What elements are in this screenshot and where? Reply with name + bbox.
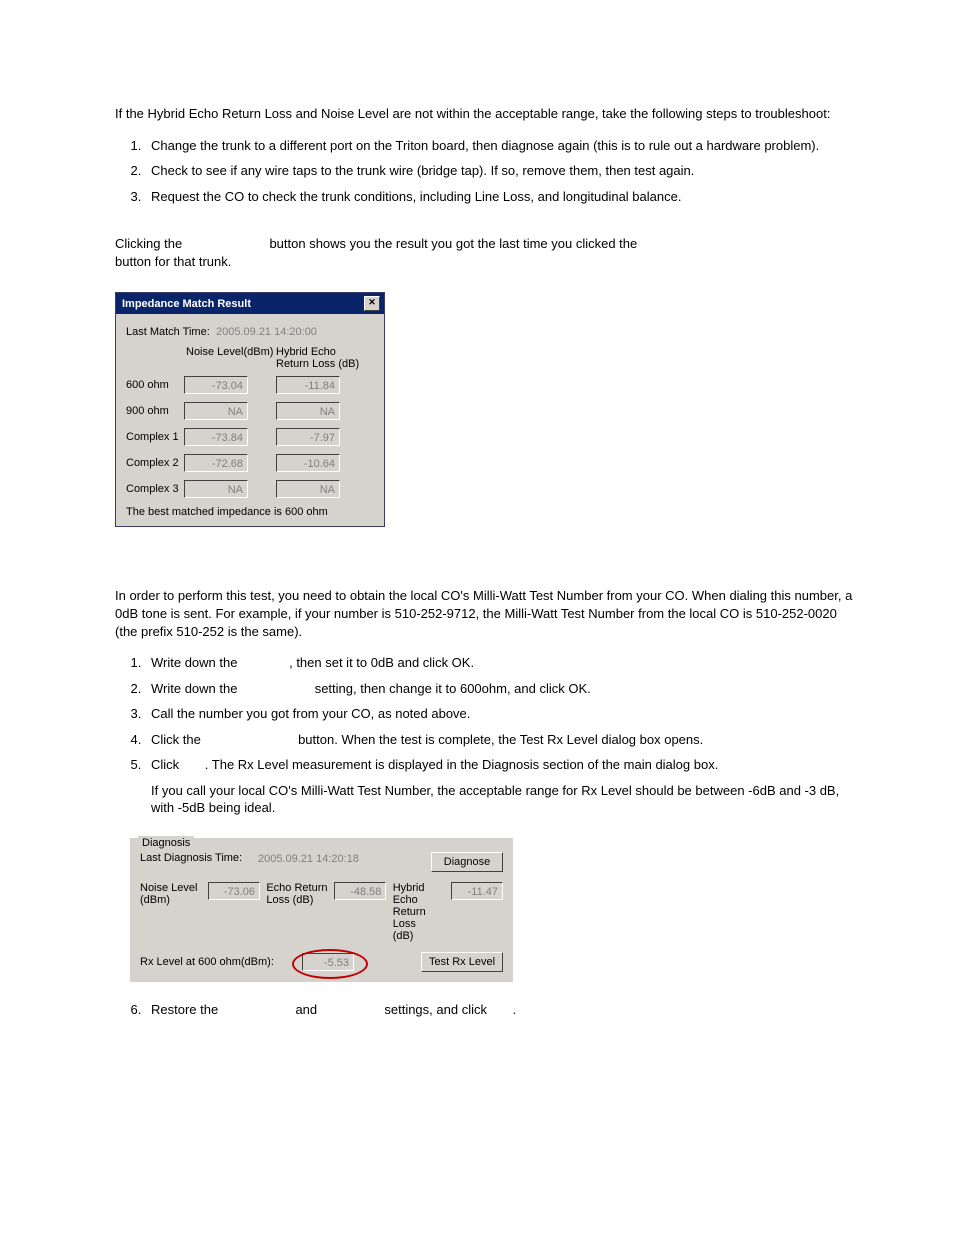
diagnose-button[interactable]: Diagnose [431, 852, 503, 872]
text: setting, then change it to 600ohm, and c… [311, 681, 591, 696]
imp-label: Complex 1 [126, 431, 184, 443]
ts-step: Request the CO to check the trunk condit… [145, 188, 854, 206]
col-herl-2: Return Loss (dB) [276, 358, 366, 370]
mw-step: Write down the setting, then change it t… [145, 680, 854, 698]
mw-step: Restore the and settings, and click . [145, 1001, 854, 1019]
herl-value: -7.97 [276, 428, 340, 446]
text: Clicking the [115, 236, 186, 251]
noise-value: -72.68 [184, 454, 248, 472]
imp-row-c3: Complex 3 NA NA [126, 480, 374, 498]
noise-value: -73.84 [184, 428, 248, 446]
noise-level-label: Noise Level(dBm) [140, 882, 197, 906]
mw-step: Click the button. When the test is compl… [145, 731, 854, 749]
mw-step-note: If you call your local CO's Milli-Watt T… [151, 782, 854, 817]
milliwatt-steps: Write down the , then set it to 0dB and … [115, 654, 854, 1019]
text: button shows you the result you got the … [269, 236, 637, 251]
last-diag-time-label: Last Diagnosis Time: [140, 852, 242, 864]
imp-row-c1: Complex 1 -73.84 -7.97 [126, 428, 374, 446]
imp-row-600: 600 ohm -73.04 -11.84 [126, 376, 374, 394]
text: Write down the [151, 681, 241, 696]
imp-label: Complex 3 [126, 483, 184, 495]
noise-value: -73.04 [184, 376, 248, 394]
rx-level-label: Rx Level at 600 ohm(dBm): [140, 956, 274, 968]
impedance-dialog: Impedance Match Result ✕ Last Match Time… [115, 292, 385, 527]
troubleshoot-steps: Change the trunk to a different port on … [115, 137, 854, 206]
last-diag-time-value: 2005.09.21 14:20:18 [258, 852, 359, 867]
text: Click the [151, 732, 204, 747]
mw-step: Call the number you got from your CO, as… [145, 705, 854, 723]
dialog-titlebar: Impedance Match Result ✕ [116, 293, 384, 314]
milliwatt-intro: In order to perform this test, you need … [115, 587, 854, 640]
dialog-column-headers: Noise Level(dBm) Hybrid Echo Return Loss… [126, 346, 374, 370]
text: . [513, 1002, 517, 1017]
herl-value: -11.47 [451, 882, 503, 900]
imp-label: 600 ohm [126, 379, 184, 391]
erl-label: Echo ReturnLoss (dB) [266, 882, 327, 906]
last-match-time-label: Last Match Time: [126, 326, 216, 338]
imp-label: Complex 2 [126, 457, 184, 469]
noise-value: NA [184, 402, 248, 420]
text: Restore the [151, 1002, 222, 1017]
text: , then set it to 0dB and click OK. [289, 655, 474, 670]
click-desc: Clicking the button shows you the result… [115, 235, 854, 253]
imp-row-900: 900 ohm NA NA [126, 402, 374, 420]
click-desc-2: button for that trunk. [115, 253, 854, 271]
imp-row-c2: Complex 2 -72.68 -10.64 [126, 454, 374, 472]
col-herl-1: Hybrid Echo [276, 346, 366, 358]
herl-label: Hybrid EchoReturn Loss(dB) [393, 882, 451, 942]
diagnosis-legend: Diagnosis [138, 836, 194, 851]
col-noise: Noise Level(dBm) [186, 346, 276, 370]
diagnosis-panel: Diagnosis Last Diagnosis Time: 2005.09.2… [129, 837, 514, 983]
noise-value: NA [184, 480, 248, 498]
test-rx-level-button[interactable]: Test Rx Level [421, 952, 503, 972]
mw-step: Write down the , then set it to 0dB and … [145, 654, 854, 672]
rx-level-value: -5.53 [302, 953, 354, 971]
close-icon[interactable]: ✕ [364, 296, 380, 311]
dialog-title: Impedance Match Result [122, 298, 251, 310]
text: settings, and click [381, 1002, 491, 1017]
ts-step: Change the trunk to a different port on … [145, 137, 854, 155]
imp-label: 900 ohm [126, 405, 184, 417]
herl-value: -10.64 [276, 454, 340, 472]
troubleshoot-intro: If the Hybrid Echo Return Loss and Noise… [115, 105, 854, 123]
erl-value: -48.58 [334, 882, 386, 900]
herl-value: NA [276, 480, 340, 498]
ts-step: Check to see if any wire taps to the tru… [145, 162, 854, 180]
text: and [292, 1002, 321, 1017]
text: button. When the test is complete, the T… [294, 732, 703, 747]
text: Write down the [151, 655, 241, 670]
text: Click [151, 757, 183, 772]
last-match-time-value: 2005.09.21 14:20:00 [216, 326, 317, 338]
herl-value: -11.84 [276, 376, 340, 394]
best-match-text: The best matched impedance is 600 ohm [126, 506, 374, 518]
herl-value: NA [276, 402, 340, 420]
text: . The Rx Level measurement is displayed … [205, 757, 719, 772]
mw-step: Click . The Rx Level measurement is disp… [145, 756, 854, 983]
noise-level-value: -73.06 [208, 882, 260, 900]
